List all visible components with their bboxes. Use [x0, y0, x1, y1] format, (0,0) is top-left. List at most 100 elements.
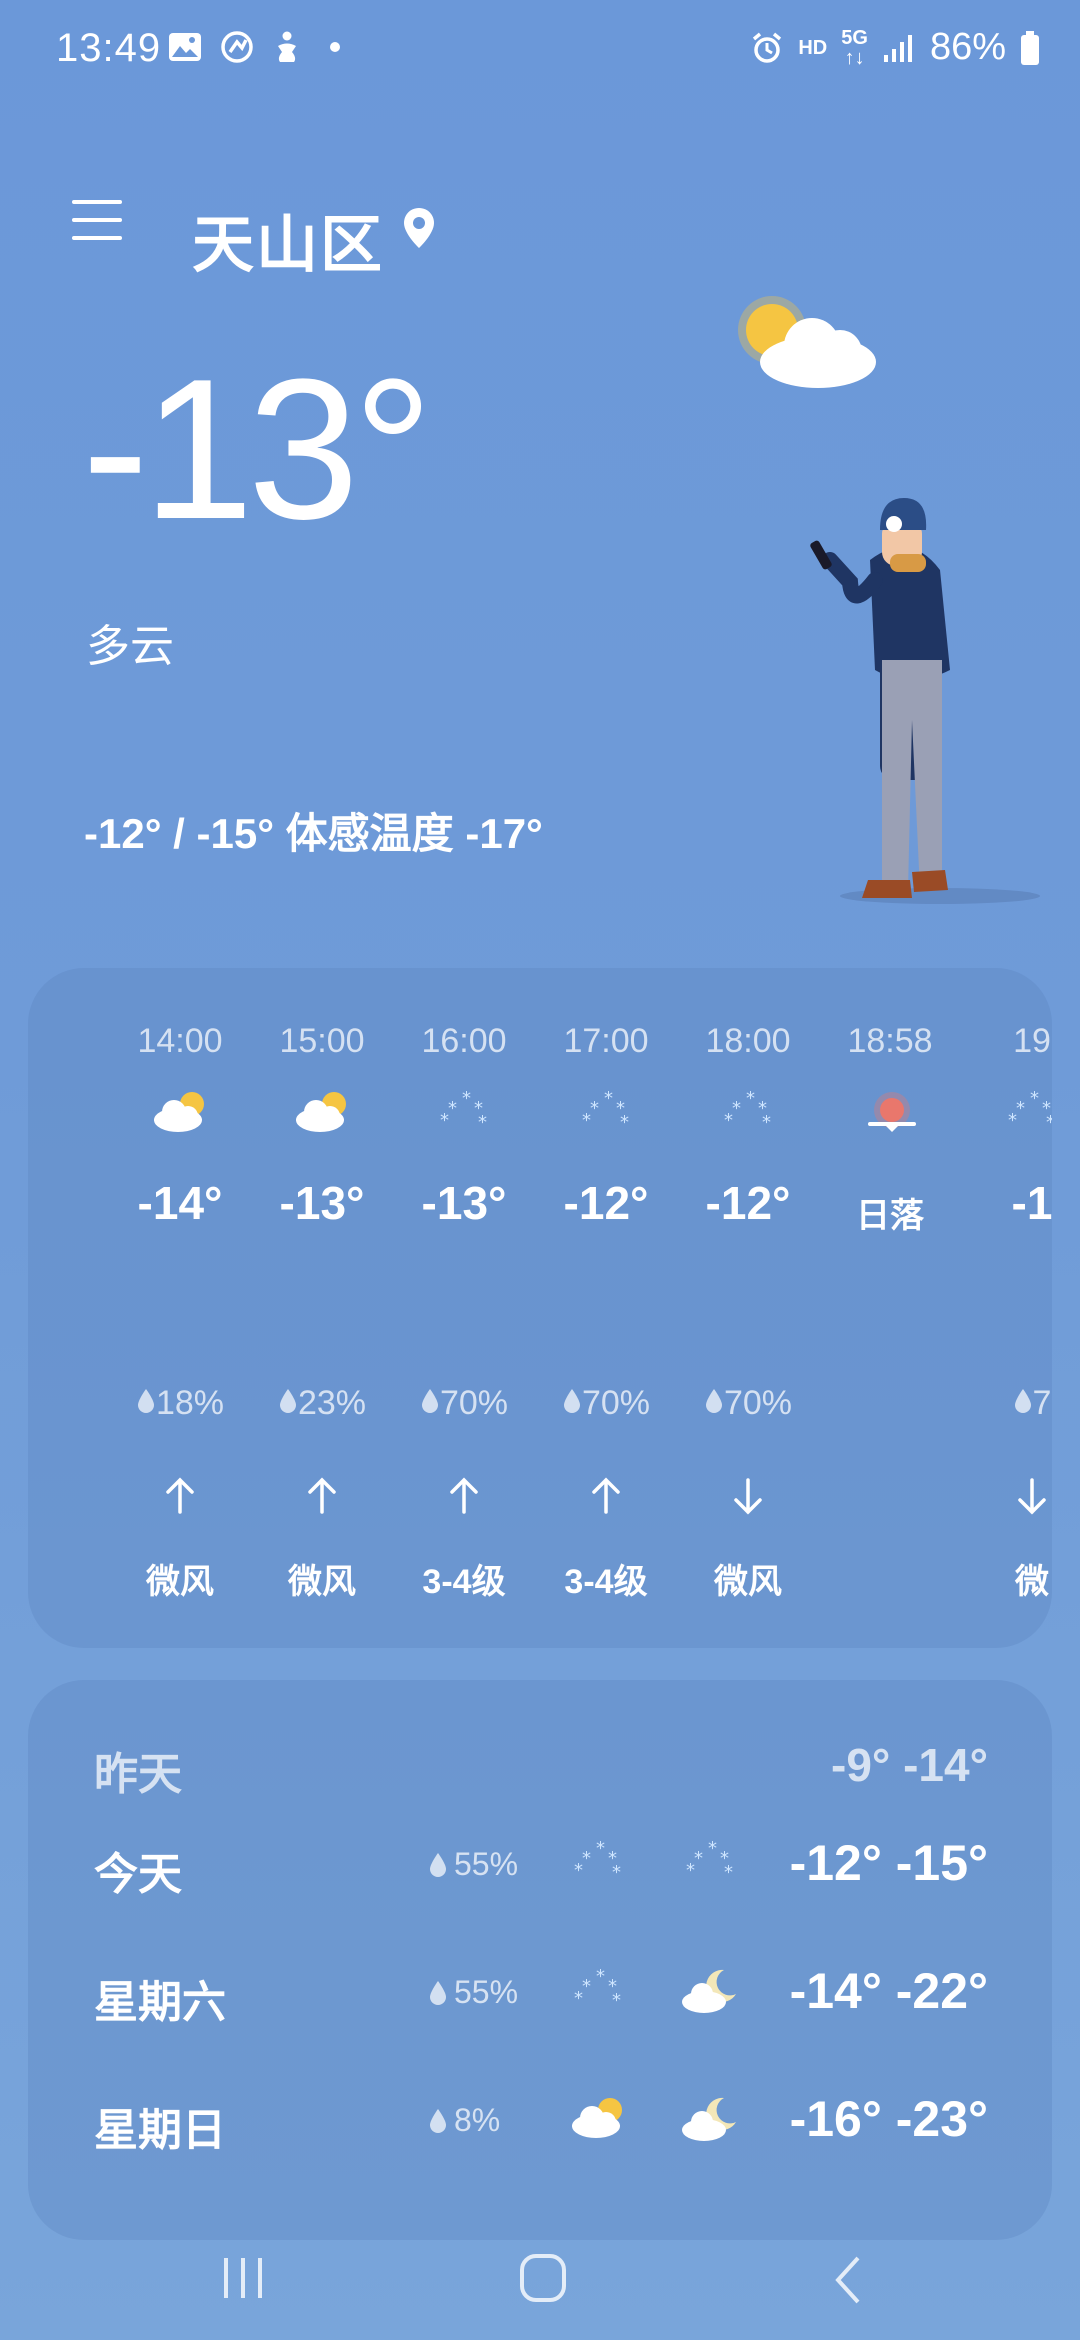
- snow-icon: * * * * *: [574, 1838, 621, 1883]
- hour-temp: -1: [1011, 1177, 1052, 1229]
- daily-row[interactable]: 昨天 -9° -14°: [28, 1716, 1052, 1816]
- day-precip: 55%: [428, 1974, 518, 2011]
- day-name: 昨天: [94, 1750, 182, 1799]
- svg-text:*: *: [462, 1088, 471, 1109]
- sync-icon: [221, 31, 253, 63]
- battery-icon: [1021, 30, 1039, 65]
- hour-wind: 微风: [146, 1563, 214, 1601]
- gallery-icon: [169, 33, 201, 61]
- svg-text:*: *: [1016, 1098, 1025, 1119]
- snow-icon: * * * * *: [724, 1088, 771, 1133]
- back-button[interactable]: [830, 2254, 870, 2306]
- raindrop-icon: [705, 1389, 722, 1413]
- hour-precip: 7: [962, 1384, 1052, 1423]
- svg-text:*: *: [478, 1112, 487, 1133]
- hourly-forecast-card[interactable]: 14:00 -14° 18% 微风 15:00 -13° 23% 微风 16:00 * * * *…: [28, 968, 1052, 1648]
- wind-direction: [252, 1476, 392, 1521]
- hour-icon-wrap: * * * * *: [1002, 1088, 1052, 1138]
- snow-icon: * * * * *: [1008, 1088, 1052, 1133]
- sunset-icon: [868, 1092, 916, 1132]
- menu-icon: [72, 200, 122, 204]
- signal-icon: [883, 34, 912, 62]
- svg-text:*: *: [1030, 1088, 1039, 1109]
- day-icon-wrap: [680, 1966, 744, 2016]
- navigation-bar: [0, 2220, 1080, 2340]
- dot-icon: [330, 42, 340, 52]
- svg-text:*: *: [708, 1838, 717, 1859]
- day-name: 星期日: [94, 2106, 226, 2155]
- current-temperature: -13°: [82, 338, 433, 561]
- day-precip-value: 8%: [454, 2102, 501, 2138]
- svg-text:*: *: [596, 1838, 605, 1859]
- hour-temp: -14°: [137, 1177, 223, 1229]
- temperature-trend-line: [28, 968, 1052, 1648]
- day-precip: 8%: [428, 2102, 500, 2139]
- wind-arrow-down-icon: [1018, 1478, 1046, 1515]
- day-name: 星期六: [94, 1978, 226, 2027]
- high-low-feels-like: -12° / -15° 体感温度 -17°: [84, 810, 543, 857]
- wind-arrow-up-icon: [450, 1477, 478, 1514]
- day-precip-value: 55%: [454, 1846, 519, 1882]
- snow-icon: * * * * *: [582, 1088, 629, 1133]
- hour-precip: 18%: [110, 1384, 250, 1423]
- person-illustration: [810, 498, 1040, 904]
- raindrop-icon: [421, 1389, 438, 1413]
- daily-row[interactable]: 星期六 55% * * * * * -14° -22°: [28, 1944, 1052, 2044]
- hour-time: 15:00: [279, 1022, 365, 1060]
- day-icon-wrap: * * * * *: [680, 1838, 744, 1888]
- day-temps: -14° -22°: [789, 1963, 988, 2019]
- wind-direction: [678, 1476, 818, 1521]
- hour-precip: 70%: [536, 1384, 676, 1423]
- menu-button[interactable]: [72, 200, 122, 244]
- hour-wind: 微: [1015, 1563, 1049, 1601]
- day-name: 今天: [94, 1850, 182, 1899]
- sunset-label: 日落: [856, 1197, 924, 1235]
- status-bar: 13:49 HD 5G ↑↓ 86%: [0, 0, 1080, 100]
- hour-time: 17:00: [563, 1022, 649, 1060]
- recent-apps-button[interactable]: [220, 2256, 266, 2300]
- svg-text:*: *: [1008, 1110, 1017, 1131]
- snow-icon: * * * * *: [574, 1966, 621, 2011]
- svg-text:*: *: [1046, 1112, 1052, 1133]
- snow-icon: * * * * *: [686, 1838, 733, 1883]
- hour-time: 19: [1013, 1022, 1051, 1060]
- status-icons-right: HD 5G ↑↓ 86%: [750, 26, 1040, 69]
- day-precip-value: 55%: [454, 1974, 519, 2010]
- svg-text:*: *: [440, 1110, 449, 1131]
- svg-text:*: *: [620, 1112, 629, 1133]
- hd-icon: HD: [798, 36, 828, 59]
- svg-text:*: *: [746, 1088, 755, 1109]
- hour-time: 18:58: [847, 1022, 933, 1060]
- svg-text:*: *: [724, 1110, 733, 1131]
- daily-row[interactable]: 星期日 8% -16° -23°: [28, 2072, 1052, 2172]
- svg-text:*: *: [762, 1112, 771, 1133]
- raindrop-icon: [279, 1389, 296, 1413]
- wind-arrow-up-icon: [166, 1477, 194, 1514]
- svg-text:*: *: [724, 1862, 733, 1883]
- svg-text:*: *: [612, 1990, 621, 2011]
- city-name[interactable]: 天山区: [192, 194, 384, 284]
- svg-text:*: *: [732, 1098, 741, 1119]
- partly-cloudy-icon: [572, 2098, 622, 2138]
- daily-forecast-card[interactable]: 昨天 -9° -14° 今天 55% * * * * * * * * * * -12° -1…: [28, 1680, 1052, 2240]
- hour-time: 14:00: [137, 1022, 223, 1060]
- day-icon-wrap: [680, 2094, 744, 2144]
- hour-precip: 70%: [678, 1384, 818, 1423]
- wind-direction: [962, 1476, 1052, 1521]
- raindrop-icon: [430, 2108, 446, 2133]
- weather-condition: 多云: [86, 622, 174, 671]
- wind-arrow-down-icon: [734, 1478, 762, 1515]
- day-icon-wrap: * * * * *: [568, 1838, 632, 1888]
- home-button[interactable]: [518, 2252, 568, 2304]
- svg-text:*: *: [686, 1860, 695, 1881]
- day-temps: -16° -23°: [789, 2091, 988, 2147]
- hour-wind: 微风: [288, 1563, 356, 1601]
- partly-cloudy-icon: [296, 1092, 346, 1132]
- moon-cloud-icon: [682, 2097, 736, 2141]
- hour-precip-value: 23%: [297, 1384, 367, 1422]
- hour-wind: 3-4级: [422, 1563, 506, 1601]
- daily-row[interactable]: 今天 55% * * * * * * * * * * -12° -15°: [28, 1816, 1052, 1916]
- day-icon-wrap: [568, 2094, 632, 2144]
- svg-text:*: *: [448, 1098, 457, 1119]
- hour-precip: 23%: [252, 1384, 392, 1423]
